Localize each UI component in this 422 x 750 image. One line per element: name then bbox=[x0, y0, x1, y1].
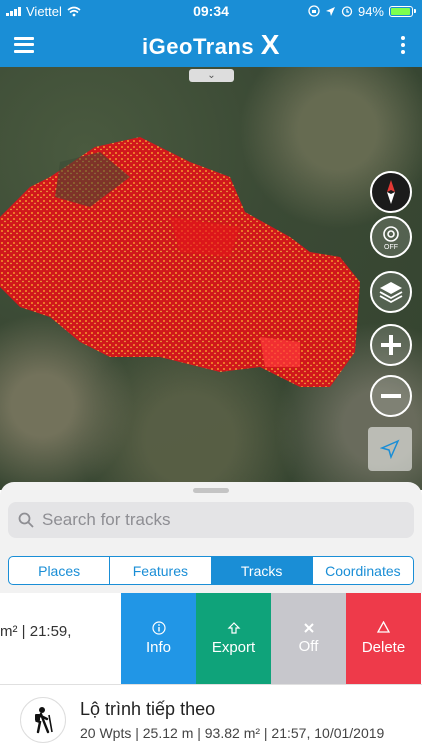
search-input[interactable] bbox=[42, 510, 402, 530]
gps-off-icon: OFF bbox=[383, 226, 399, 251]
menu-icon[interactable] bbox=[14, 36, 34, 53]
bottom-sheet: Places Features Tracks Coordinates m² | … bbox=[0, 482, 422, 750]
sheet-grabber[interactable] bbox=[193, 488, 229, 493]
gps-toggle-button[interactable]: OFF bbox=[370, 216, 412, 258]
export-button[interactable]: Export bbox=[196, 593, 271, 684]
layers-icon bbox=[379, 282, 403, 304]
tab-coordinates[interactable]: Coordinates bbox=[313, 557, 413, 584]
status-bar: Viettel 09:34 94% bbox=[0, 0, 422, 22]
search-bar bbox=[8, 502, 414, 538]
swipe-actions: Info Export Off Delete bbox=[121, 593, 421, 684]
delete-button[interactable]: Delete bbox=[346, 593, 421, 684]
wifi-icon bbox=[67, 6, 81, 16]
recycle-icon bbox=[376, 621, 391, 633]
list-item[interactable]: m² | 21:59, Info Export Off Delete bbox=[0, 593, 422, 684]
track-meta: 20 Wpts | 25.12 m | 93.82 m² | 21:57, 10… bbox=[80, 725, 385, 741]
close-icon bbox=[303, 623, 314, 633]
tab-places[interactable]: Places bbox=[9, 557, 111, 584]
info-label: Info bbox=[145, 639, 172, 656]
minus-icon bbox=[381, 394, 401, 398]
lock-rotation-icon bbox=[308, 5, 320, 17]
signal-icon bbox=[6, 6, 21, 16]
battery-percent: 94% bbox=[357, 3, 384, 19]
info-icon bbox=[151, 621, 166, 635]
info-button[interactable]: Info bbox=[121, 593, 196, 684]
tab-tracks[interactable]: Tracks bbox=[211, 557, 313, 584]
status-left: Viettel bbox=[6, 4, 81, 19]
off-label: Off bbox=[298, 638, 319, 655]
compass-icon bbox=[387, 180, 395, 204]
track-name: Lộ trình tiếp theo bbox=[80, 699, 216, 719]
more-options-icon[interactable] bbox=[398, 35, 408, 54]
layers-button[interactable] bbox=[370, 271, 412, 313]
track-avatar bbox=[20, 697, 66, 743]
list-item[interactable]: Lộ trình tiếp theo 20 Wpts | 25.12 m | 9… bbox=[0, 684, 422, 750]
tab-bar: Places Features Tracks Coordinates bbox=[8, 556, 414, 585]
location-arrow-icon bbox=[325, 6, 335, 16]
nav-bar: iGeoTrans X bbox=[0, 22, 422, 67]
export-label: Export bbox=[211, 639, 256, 656]
compass-button[interactable] bbox=[370, 171, 412, 213]
status-right: 94% bbox=[308, 4, 416, 19]
off-button[interactable]: Off bbox=[271, 593, 346, 684]
plus-icon bbox=[381, 335, 401, 355]
my-location-button[interactable] bbox=[368, 427, 412, 471]
map-view[interactable]: ⌄ OFF bbox=[0, 67, 422, 490]
tab-features[interactable]: Features bbox=[110, 557, 212, 584]
alarm-icon bbox=[341, 6, 353, 17]
app-title-main: iGeoTrans bbox=[142, 33, 261, 59]
app-title-x: X bbox=[260, 28, 280, 60]
hiker-icon bbox=[35, 707, 53, 734]
delete-label: Delete bbox=[361, 639, 406, 656]
track-meta-peek: m² | 21:59, bbox=[0, 623, 72, 640]
gps-off-label: OFF bbox=[384, 244, 398, 251]
battery-icon bbox=[389, 5, 416, 17]
upload-icon bbox=[227, 622, 240, 634]
search-icon bbox=[18, 512, 34, 528]
navigation-arrow-icon bbox=[380, 439, 400, 459]
map-pull-tab[interactable]: ⌄ bbox=[189, 69, 234, 82]
carrier-label: Viettel bbox=[26, 3, 62, 19]
heatmap-overlay bbox=[0, 137, 360, 387]
app-title: iGeoTrans X bbox=[0, 29, 422, 61]
zoom-out-button[interactable] bbox=[370, 375, 412, 417]
zoom-in-button[interactable] bbox=[370, 324, 412, 366]
